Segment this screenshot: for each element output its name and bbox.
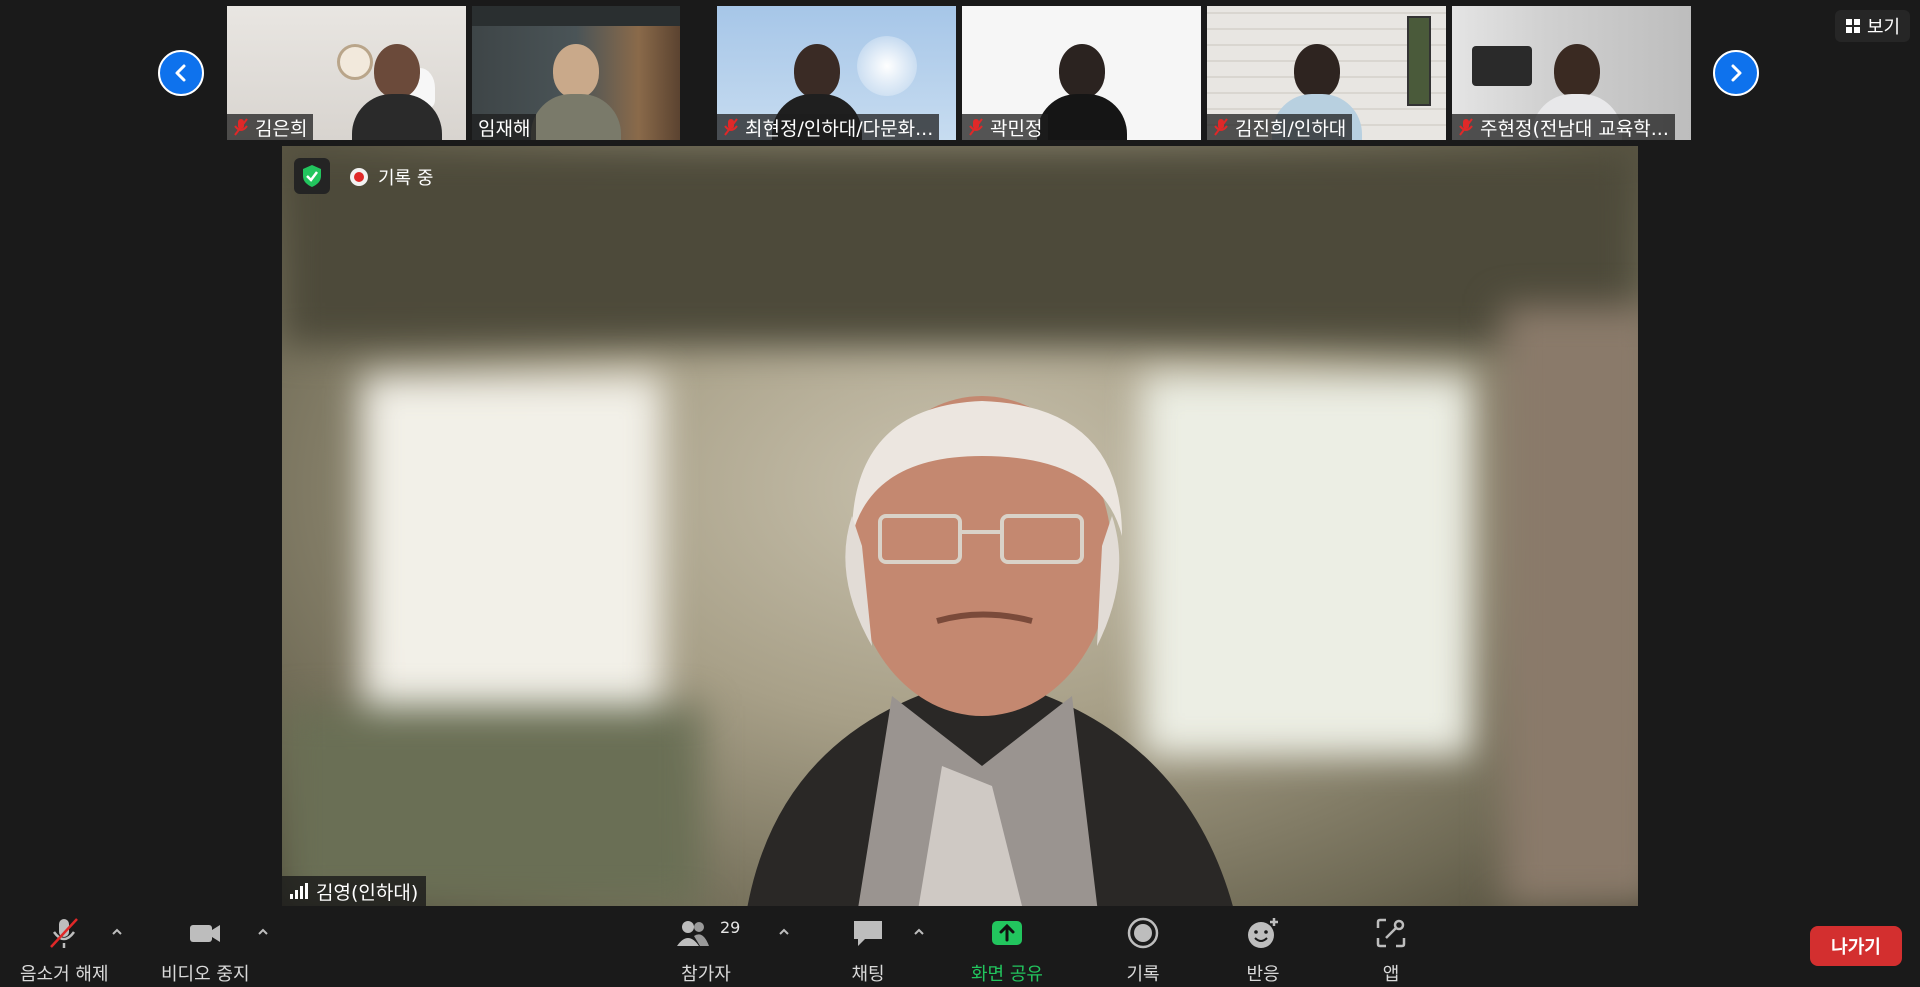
mic-muted-icon <box>969 118 983 136</box>
participant-tile[interactable]: 주현정(전남대 교육학... <box>1452 6 1691 140</box>
chevron-up-icon <box>914 928 924 935</box>
gallery-prev-button[interactable] <box>158 50 204 96</box>
unmute-button[interactable]: 음소거 해제 <box>20 912 109 986</box>
video-camera-icon <box>190 925 221 942</box>
share-screen-icon <box>991 921 1022 945</box>
gallery-strip: 김은희 임재해 최현정/인하대/다문화... 곽민정 김진희/인하대 주현정(전… <box>0 0 1920 143</box>
chevron-up-icon <box>258 928 268 935</box>
connection-signal-icon <box>290 883 308 899</box>
active-speaker-video[interactable]: 기록 중 김영(인하대) <box>282 146 1638 906</box>
participant-name: 곽민정 <box>990 117 1043 140</box>
participant-name-tag: 주현정(전남대 교육학... <box>1452 114 1675 140</box>
participants-button[interactable]: 29 참가자 <box>676 912 740 986</box>
mic-muted-icon <box>724 118 738 136</box>
reactions-label: 반응 <box>1246 964 1280 985</box>
participant-name-tag: 최현정/인하대/다문화... <box>717 114 940 140</box>
speaker-name-tag: 김영(인하대) <box>282 876 427 906</box>
chat-button[interactable]: 채팅 <box>851 912 885 986</box>
view-button[interactable]: 보기 <box>1835 10 1911 42</box>
recording-label: 기록 중 <box>378 168 434 189</box>
participant-name-tag: 임재해 <box>472 114 537 140</box>
chat-options-caret[interactable] <box>912 924 926 938</box>
recording-status: 기록 중 <box>350 164 433 190</box>
reactions-button[interactable]: 반응 <box>1246 912 1280 986</box>
participant-tile[interactable]: 임재해 <box>472 6 680 140</box>
apps-label: 앱 <box>1382 964 1400 985</box>
audio-options-caret[interactable] <box>110 924 124 938</box>
security-badge[interactable] <box>294 158 330 194</box>
participant-tile[interactable]: 곽민정 <box>962 6 1201 140</box>
participant-tile[interactable]: 최현정/인하대/다문화... <box>717 6 956 140</box>
participants-count: 29 <box>720 918 741 937</box>
share-screen-button[interactable]: 화면 공유 <box>971 912 1043 986</box>
participants-options-caret[interactable] <box>777 924 791 938</box>
smiley-plus-icon <box>1248 918 1278 948</box>
participants-label: 참가자 <box>681 964 731 985</box>
chat-bubble-icon <box>854 921 882 946</box>
stop-video-button[interactable]: 비디오 중지 <box>161 912 250 986</box>
recording-icon <box>350 168 368 186</box>
participant-tile[interactable]: 김은희 <box>227 6 466 140</box>
participant-name-tag: 곽민정 <box>962 114 1049 140</box>
participants-icon <box>677 921 709 946</box>
chevron-right-icon <box>1731 64 1742 82</box>
video-options-caret[interactable] <box>256 924 270 938</box>
record-icon <box>1127 917 1159 949</box>
mic-muted-icon <box>1214 118 1228 136</box>
chevron-left-icon <box>175 64 186 82</box>
participant-name: 최현정/인하대/다문화... <box>745 117 934 140</box>
mic-muted-icon <box>234 118 248 136</box>
shield-check-icon <box>303 165 321 187</box>
participant-name-tag: 김진희/인하대 <box>1207 114 1353 140</box>
speaker-figure <box>747 396 1233 906</box>
participant-tile[interactable]: 김진희/인하대 <box>1207 6 1446 140</box>
speaker-name: 김영(인하대) <box>316 881 419 904</box>
participant-name: 김진희/인하대 <box>1235 117 1347 140</box>
participant-name: 김은희 <box>255 117 308 140</box>
meeting-toolbar: 음소거 해제 비디오 중지 29 참가자 채팅 화면 공유 기록 반응 앱 나가… <box>0 906 1920 987</box>
participant-name: 주현정(전남대 교육학... <box>1480 117 1669 140</box>
view-button-label: 보기 <box>1867 17 1901 38</box>
participant-name: 임재해 <box>478 117 531 140</box>
gallery-next-button[interactable] <box>1713 50 1759 96</box>
share-screen-label: 화면 공유 <box>971 964 1043 985</box>
chevron-up-icon <box>779 928 789 935</box>
chat-label: 채팅 <box>851 964 885 985</box>
record-button[interactable]: 기록 <box>1126 912 1160 986</box>
apps-icon <box>1376 918 1406 948</box>
leave-button[interactable]: 나가기 <box>1810 926 1902 966</box>
mic-muted-icon <box>1459 118 1473 136</box>
unmute-label: 음소거 해제 <box>20 964 109 985</box>
record-label: 기록 <box>1126 964 1160 985</box>
mic-muted-icon <box>50 918 79 948</box>
grid-icon <box>1846 19 1860 33</box>
chevron-up-icon <box>112 928 122 935</box>
apps-button[interactable]: 앱 <box>1374 912 1408 986</box>
stop-video-label: 비디오 중지 <box>161 964 250 985</box>
participant-name-tag: 김은희 <box>227 114 314 140</box>
